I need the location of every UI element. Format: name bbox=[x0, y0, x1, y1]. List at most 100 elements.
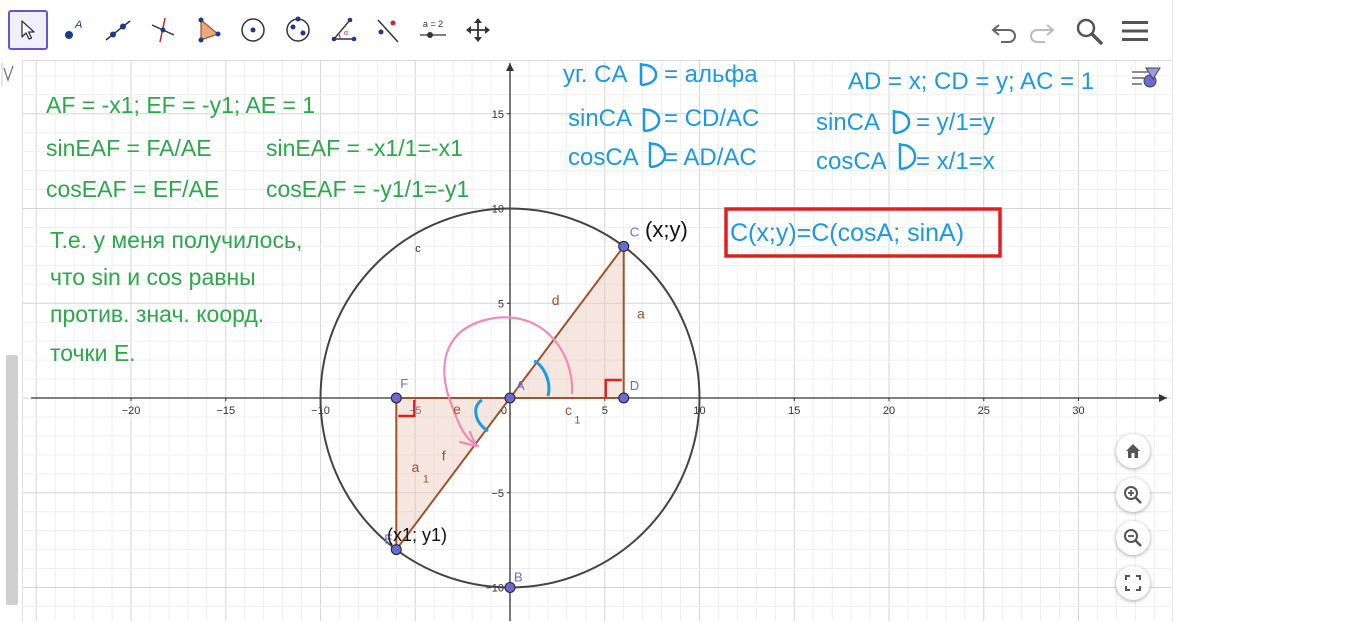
toolbar: A α a = 2 bbox=[0, 0, 1172, 61]
segment-label-a1-subscript: 1 bbox=[423, 473, 429, 485]
point-label: D bbox=[630, 378, 639, 393]
point-b[interactable]: B bbox=[504, 570, 523, 593]
point-c[interactable]: C bbox=[618, 224, 639, 252]
search-icon bbox=[1076, 18, 1103, 45]
polygon-icon bbox=[198, 17, 221, 43]
segment-label-e: e bbox=[453, 401, 461, 417]
fullscreen-button[interactable] bbox=[1116, 566, 1150, 600]
line-tool-button[interactable] bbox=[98, 10, 138, 50]
green-note-6: Т.е. у меня получилось, bbox=[50, 227, 302, 253]
green-note-2: sinEAF = FA/AE bbox=[46, 135, 212, 161]
green-note-8: против. знач. коорд. bbox=[50, 301, 264, 327]
zoom-in-icon bbox=[1124, 486, 1142, 504]
svg-text:α: α bbox=[344, 30, 348, 37]
reflect-about-line-icon bbox=[377, 19, 399, 43]
point-label: F bbox=[400, 376, 408, 391]
line-icon bbox=[105, 20, 131, 41]
redo-icon bbox=[1030, 24, 1055, 43]
green-note-3: sinEAF = -x1/1=-x1 bbox=[266, 135, 463, 161]
graphics-view[interactable]: −20 −15 −10 −5 0 5 10 15 20 25 3015105−5−10 c a d … bbox=[23, 61, 1171, 621]
circle-label: c bbox=[415, 243, 421, 255]
zoom-out-button[interactable] bbox=[1116, 521, 1150, 555]
geogebra-app: A α a = 2 −20 −15 −10 −5 0 5 10 15 20 25… bbox=[0, 0, 1173, 622]
standard-view-button[interactable] bbox=[1116, 434, 1150, 468]
slider-icon: a = 2 bbox=[420, 19, 446, 38]
conic-tool-button[interactable] bbox=[278, 10, 318, 50]
blue-note-6a: cosCA bbox=[816, 148, 887, 175]
home-icon bbox=[1126, 444, 1140, 458]
segment-label-a: a bbox=[637, 305, 645, 321]
blue-note-3a: cosCA bbox=[568, 144, 639, 171]
perpendicular-line-icon bbox=[151, 17, 175, 43]
angle-tool-button[interactable]: α bbox=[323, 10, 363, 50]
undo-button[interactable] bbox=[987, 14, 1021, 48]
fullscreen-icon bbox=[1125, 575, 1141, 591]
hamburger-menu-icon bbox=[1122, 21, 1148, 41]
handwritten-d-2 bbox=[642, 108, 661, 133]
algebra-toggle-icon[interactable] bbox=[0, 60, 22, 86]
style-bar-icon bbox=[1132, 67, 1161, 88]
angle-icon: α bbox=[331, 17, 357, 42]
main-menu-button[interactable] bbox=[1118, 14, 1152, 48]
point-tool-button[interactable]: A bbox=[53, 10, 93, 50]
point-label: C bbox=[630, 224, 639, 239]
blue-note-4: AD = x; CD = y; AC = 1 bbox=[848, 68, 1094, 95]
x-tick-label: −15 bbox=[216, 405, 235, 417]
coord-label-c: (x;y) bbox=[645, 217, 688, 242]
point-label: A bbox=[516, 378, 525, 393]
x-tick-label: 15 bbox=[788, 405, 800, 417]
undo-icon bbox=[991, 24, 1016, 43]
x-tick-label: 25 bbox=[978, 405, 990, 417]
y-tick-label: 15 bbox=[492, 109, 504, 121]
point-marker bbox=[618, 240, 630, 252]
segment-label-c1: c bbox=[565, 402, 572, 418]
coord-label-e: (x1; y1) bbox=[387, 525, 447, 545]
cursor-arrow-icon bbox=[21, 20, 35, 40]
algebra-view-collapsed[interactable] bbox=[0, 60, 23, 622]
search-button[interactable] bbox=[1072, 14, 1106, 48]
green-note-4: cosEAF = EF/AE bbox=[46, 176, 219, 202]
point-marker bbox=[504, 392, 516, 404]
move-graphics-tool-button[interactable] bbox=[458, 10, 498, 50]
x-tick-label: 20 bbox=[883, 405, 895, 417]
segment-label-a1: a bbox=[411, 459, 419, 475]
point-marker bbox=[618, 392, 630, 404]
redo-button[interactable] bbox=[1025, 14, 1059, 48]
circle-through-points-icon bbox=[286, 16, 310, 42]
svg-text:A: A bbox=[74, 19, 82, 31]
blue-note-6b: = x/1=x bbox=[916, 148, 995, 175]
x-tick-label: 5 bbox=[602, 405, 608, 417]
blue-note-5a: sinCA bbox=[816, 109, 880, 136]
y-axis-arrow bbox=[506, 63, 514, 71]
green-note-5: cosEAF = -y1/1=-y1 bbox=[266, 176, 469, 202]
scrollbar-thumb[interactable] bbox=[6, 355, 18, 605]
y-tick-label: −10 bbox=[485, 583, 504, 595]
polygon-tool-button[interactable] bbox=[188, 10, 228, 50]
point-marker bbox=[390, 392, 402, 404]
green-note-7: что sin и cos равны bbox=[50, 264, 256, 290]
blue-note-1a: уг. CA bbox=[563, 61, 628, 88]
zoom-in-button[interactable] bbox=[1116, 478, 1150, 512]
x-axis-arrow bbox=[1159, 394, 1167, 402]
circle-tool-button[interactable] bbox=[233, 10, 273, 50]
slider-tool-button[interactable]: a = 2 bbox=[413, 10, 453, 50]
x-tick-label: −20 bbox=[122, 405, 141, 417]
style-bar-toggle[interactable] bbox=[1130, 64, 1166, 94]
circle-with-center-icon bbox=[241, 18, 265, 42]
segment-label-c1-subscript: 1 bbox=[574, 415, 580, 427]
x-tick-label: 30 bbox=[1072, 405, 1084, 417]
blue-note-1b: = альфа bbox=[664, 61, 758, 88]
perpendicular-line-tool-button[interactable] bbox=[143, 10, 183, 50]
move-tool-button[interactable] bbox=[8, 10, 48, 50]
point-icon: A bbox=[65, 19, 82, 39]
segment-label-f: f bbox=[442, 448, 446, 464]
green-note-9: точки Е. bbox=[50, 340, 136, 366]
segment-label-d: d bbox=[552, 292, 560, 308]
result-formula: C(x;y)=C(cosA; sinA) bbox=[730, 219, 964, 247]
reflect-tool-button[interactable] bbox=[368, 10, 408, 50]
slider-tool-label: a = 2 bbox=[423, 19, 443, 29]
blue-note-5b: = y/1=y bbox=[916, 109, 995, 136]
blue-note-2a: sinCA bbox=[568, 105, 632, 132]
green-note-1: AF = -x1; EF = -y1; AE = 1 bbox=[46, 92, 315, 118]
move-arrows-icon bbox=[466, 18, 490, 42]
